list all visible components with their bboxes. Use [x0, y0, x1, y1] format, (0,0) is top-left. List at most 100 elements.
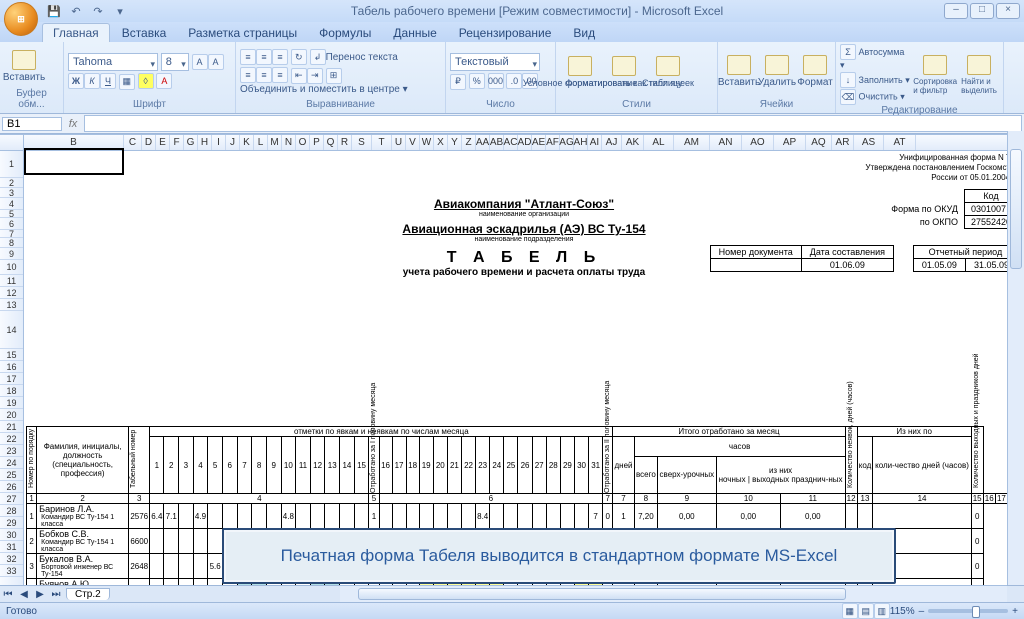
merge-icon[interactable]: ⊞ — [326, 68, 342, 84]
col-header[interactable]: AQ — [806, 135, 832, 150]
col-header[interactable]: AK — [622, 135, 644, 150]
row-header[interactable]: 33 — [0, 565, 23, 577]
row-header[interactable]: 8 — [0, 238, 23, 248]
col-header[interactable]: L — [254, 135, 268, 150]
col-header[interactable]: AJ — [602, 135, 622, 150]
format-table-button[interactable]: Форматировать как таблицу — [604, 54, 644, 90]
formula-input[interactable] — [84, 115, 1022, 132]
number-format-combo[interactable]: Текстовый — [450, 53, 540, 71]
col-header[interactable]: AF — [546, 135, 560, 150]
zoom-out-button[interactable]: – — [919, 606, 925, 617]
col-header[interactable]: Y — [448, 135, 462, 150]
close-button[interactable]: × — [996, 3, 1020, 19]
row-header[interactable]: 32 — [0, 553, 23, 565]
ribbon-tab[interactable]: Вид — [563, 24, 605, 42]
office-button[interactable]: ⊞ — [4, 2, 38, 36]
delete-cells-button[interactable]: Удалить — [760, 53, 794, 90]
row-header[interactable]: 23 — [0, 445, 23, 457]
ribbon-tab[interactable]: Разметка страницы — [178, 24, 307, 42]
worksheet[interactable]: BCDEFGHIJKLMNOPQRSTUVWXYZAAABACADAEAFAGA… — [0, 134, 1024, 590]
ribbon-tab[interactable]: Формулы — [309, 24, 381, 42]
border-icon[interactable]: ▦ — [119, 74, 135, 90]
zoom-in-button[interactable]: + — [1012, 606, 1018, 617]
row-header[interactable]: 15 — [0, 349, 23, 361]
align-mid-icon[interactable]: ≡ — [256, 49, 272, 65]
row-header[interactable]: 11 — [0, 275, 23, 287]
col-header[interactable]: O — [296, 135, 310, 150]
indent-inc-icon[interactable]: ⇥ — [307, 68, 323, 84]
row-header[interactable]: 22 — [0, 433, 23, 445]
col-header[interactable]: N — [282, 135, 296, 150]
col-header[interactable]: P — [310, 135, 324, 150]
col-header[interactable]: AS — [854, 135, 884, 150]
grow-font-icon[interactable]: A — [192, 54, 208, 70]
maximize-button[interactable]: □ — [970, 3, 994, 19]
col-header[interactable]: AB — [490, 135, 504, 150]
row-header[interactable]: 31 — [0, 541, 23, 553]
qat-redo-icon[interactable]: ↷ — [88, 2, 108, 20]
col-header[interactable]: H — [198, 135, 212, 150]
bold-button[interactable]: Ж — [68, 73, 84, 89]
col-header[interactable]: Z — [462, 135, 476, 150]
currency-icon[interactable]: ₽ — [450, 74, 466, 90]
row-header[interactable]: 10 — [0, 260, 23, 275]
col-header[interactable]: S — [352, 135, 372, 150]
row-header[interactable]: 17 — [0, 373, 23, 385]
col-header[interactable]: AI — [588, 135, 602, 150]
col-header[interactable]: AG — [560, 135, 574, 150]
name-box[interactable]: B1 — [2, 117, 62, 131]
col-header[interactable]: AO — [742, 135, 774, 150]
row-header[interactable]: 25 — [0, 469, 23, 481]
col-header[interactable]: AD — [518, 135, 532, 150]
tab-nav-last[interactable]: ⏭ — [48, 589, 64, 600]
col-header[interactable]: AH — [574, 135, 588, 150]
row-header[interactable]: 21 — [0, 421, 23, 433]
align-top-icon[interactable]: ≡ — [240, 49, 256, 65]
insert-cells-button[interactable]: Вставить — [722, 53, 756, 90]
col-header[interactable]: W — [420, 135, 434, 150]
tab-nav-next[interactable]: ▶ — [32, 589, 48, 600]
col-header[interactable]: T — [372, 135, 392, 150]
row-header[interactable]: 2 — [0, 178, 23, 188]
autosum-icon[interactable]: Σ — [840, 44, 856, 60]
row-header[interactable]: 29 — [0, 517, 23, 529]
qat-save-icon[interactable]: 💾 — [44, 2, 64, 20]
font-size-combo[interactable]: 8 — [161, 53, 189, 71]
col-header[interactable]: AN — [710, 135, 742, 150]
col-header[interactable]: I — [212, 135, 226, 150]
view-layout-icon[interactable]: ▤ — [858, 603, 874, 619]
col-header[interactable]: AM — [674, 135, 710, 150]
wrap-icon[interactable]: ↲ — [310, 49, 326, 65]
row-header[interactable]: 5 — [0, 210, 23, 218]
ribbon-tab[interactable]: Рецензирование — [449, 24, 562, 42]
col-header[interactable]: AR — [832, 135, 854, 150]
col-header[interactable]: Q — [324, 135, 338, 150]
fill-color-icon[interactable]: ◊ — [138, 73, 154, 89]
view-normal-icon[interactable]: ▦ — [842, 603, 858, 619]
row-header[interactable]: 13 — [0, 299, 23, 311]
shrink-font-icon[interactable]: A — [208, 54, 224, 70]
horizontal-scrollbar[interactable] — [340, 585, 1007, 602]
col-header[interactable]: X — [434, 135, 448, 150]
col-header[interactable]: AE — [532, 135, 546, 150]
col-header[interactable]: J — [226, 135, 240, 150]
orientation-icon[interactable]: ↻ — [291, 49, 307, 65]
col-header[interactable]: AL — [644, 135, 674, 150]
col-header[interactable]: AC — [504, 135, 518, 150]
row-header[interactable]: 28 — [0, 505, 23, 517]
format-cells-button[interactable]: Формат — [798, 53, 832, 90]
percent-icon[interactable]: % — [469, 73, 485, 89]
indent-dec-icon[interactable]: ⇤ — [291, 68, 307, 84]
row-header[interactable]: 27 — [0, 493, 23, 505]
comma-icon[interactable]: 000 — [488, 73, 504, 89]
align-center-icon[interactable]: ≡ — [256, 67, 272, 83]
underline-button[interactable]: Ч — [100, 73, 116, 89]
sheet-tab[interactable]: Стр.2 — [66, 588, 110, 600]
col-header[interactable]: V — [406, 135, 420, 150]
fill-icon[interactable]: ↓ — [840, 72, 856, 88]
qat-more-icon[interactable]: ▾ — [110, 2, 130, 20]
clear-icon[interactable]: ⌫ — [840, 89, 856, 105]
dec-inc-icon[interactable]: .0 — [506, 73, 522, 89]
zoom-slider[interactable] — [928, 609, 1008, 613]
col-header[interactable]: B — [24, 135, 124, 150]
